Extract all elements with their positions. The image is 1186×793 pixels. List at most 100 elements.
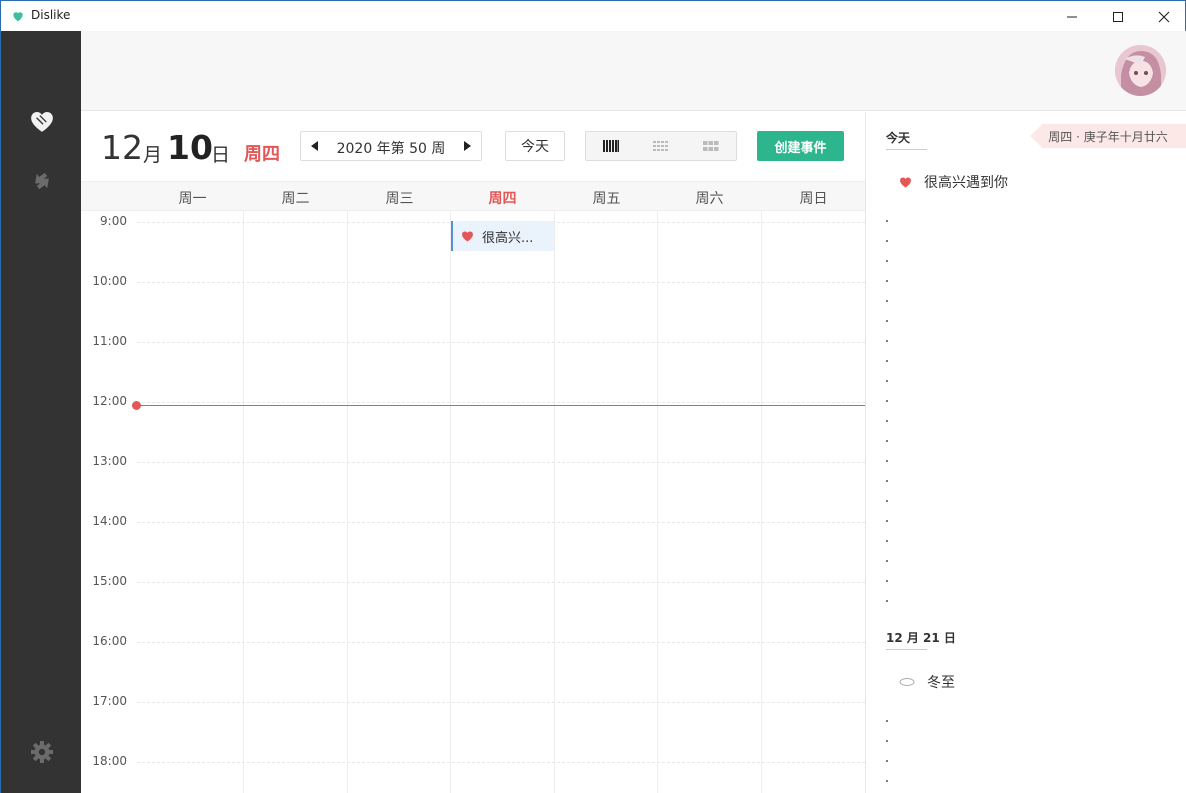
month-view-icon bbox=[653, 141, 668, 151]
hour-label: 16:00 bbox=[92, 634, 127, 648]
agenda-placeholder-dot bbox=[886, 320, 888, 322]
hour-label: 11:00 bbox=[92, 334, 127, 348]
prev-week-button[interactable] bbox=[301, 132, 329, 160]
hour-line bbox=[137, 702, 865, 703]
weekday-sat[interactable]: 周六 bbox=[658, 188, 761, 208]
agenda-item-text: 很高兴遇到你 bbox=[924, 175, 1008, 191]
weekday-mon[interactable]: 周一 bbox=[141, 188, 244, 208]
hour-label: 13:00 bbox=[92, 454, 127, 468]
create-event-button[interactable]: 创建事件 bbox=[757, 131, 844, 161]
agenda-placeholder-dot bbox=[886, 520, 888, 522]
hour-label: 17:00 bbox=[92, 694, 127, 708]
weekday-tue[interactable]: 周二 bbox=[244, 188, 347, 208]
weekday-fri[interactable]: 周五 bbox=[555, 188, 658, 208]
maximize-button[interactable] bbox=[1095, 1, 1141, 32]
app-heart-icon bbox=[13, 12, 23, 22]
agenda-placeholder-dot bbox=[886, 720, 888, 722]
sidebar-item-favorites[interactable] bbox=[1, 101, 82, 141]
agenda-placeholder-dot bbox=[886, 600, 888, 602]
agenda-placeholder-dot bbox=[886, 420, 888, 422]
date-month: 12 bbox=[101, 128, 143, 167]
week-navigator: 2020 年第 50 周 bbox=[300, 131, 482, 161]
view-switcher bbox=[585, 131, 737, 161]
agenda-placeholder-dot bbox=[886, 340, 888, 342]
event-title: 很高兴... bbox=[482, 230, 534, 246]
agenda-placeholder-dot bbox=[886, 580, 888, 582]
lunar-date-tag: 周四 · 庚子年十月廿六 bbox=[1030, 124, 1186, 148]
agenda-placeholder-dot bbox=[886, 560, 888, 562]
year-view-button[interactable] bbox=[686, 132, 736, 160]
day-column-divider bbox=[347, 211, 348, 793]
today-button[interactable]: 今天 bbox=[505, 131, 565, 161]
day-column-divider bbox=[554, 211, 555, 793]
weekday-sun[interactable]: 周日 bbox=[762, 188, 865, 208]
agenda-item-text: 冬至 bbox=[927, 675, 955, 691]
close-icon bbox=[1158, 11, 1170, 22]
leaf-icon bbox=[899, 678, 915, 686]
triangle-right-icon bbox=[464, 141, 471, 151]
sidebar bbox=[0, 31, 81, 793]
agenda-placeholder-dot bbox=[886, 360, 888, 362]
day-column-divider bbox=[450, 211, 451, 793]
agenda-placeholder-dot bbox=[886, 280, 888, 282]
next-week-button[interactable] bbox=[453, 132, 481, 160]
hour-line bbox=[137, 522, 865, 523]
day-column-divider bbox=[657, 211, 658, 793]
hour-line bbox=[137, 762, 865, 763]
avatar-image bbox=[1115, 45, 1166, 96]
calendar-event[interactable]: 很高兴... bbox=[451, 221, 554, 251]
hour-label: 15:00 bbox=[92, 574, 127, 588]
week-view-button[interactable] bbox=[586, 132, 636, 160]
agenda-item[interactable]: 冬至 bbox=[899, 672, 955, 692]
weekday-wed[interactable]: 周三 bbox=[348, 188, 451, 208]
agenda-placeholder-dot bbox=[886, 400, 888, 402]
agenda-placeholder-dot bbox=[886, 300, 888, 302]
sync-icon bbox=[34, 172, 49, 190]
agenda-placeholder-dot bbox=[886, 500, 888, 502]
hour-line bbox=[137, 642, 865, 643]
agenda-placeholder-dot bbox=[886, 760, 888, 762]
agenda-panel: 今天 周四 · 庚子年十月廿六 很高兴遇到你 12 月 21 日 冬至 bbox=[865, 112, 1186, 793]
date-month-unit: 月 bbox=[143, 144, 163, 166]
title-bar: Dislike bbox=[0, 0, 1186, 31]
hour-line bbox=[137, 342, 865, 343]
date-day-unit: 日 bbox=[211, 144, 231, 166]
heart-icon bbox=[30, 111, 53, 132]
hour-line bbox=[137, 462, 865, 463]
weekday-thu[interactable]: 周四 bbox=[451, 188, 554, 208]
section-underline bbox=[886, 649, 927, 650]
maximize-icon bbox=[1113, 11, 1123, 22]
agenda-today-title: 今天 bbox=[886, 131, 911, 145]
minimize-button[interactable] bbox=[1049, 1, 1095, 32]
week-view-icon bbox=[603, 140, 619, 152]
gear-icon bbox=[30, 741, 53, 763]
agenda-placeholder-dot bbox=[886, 740, 888, 742]
heart-icon bbox=[900, 177, 911, 188]
current-time-dot bbox=[132, 401, 141, 410]
agenda-date-title: 12 月 21 日 bbox=[886, 631, 956, 645]
sidebar-item-sync[interactable] bbox=[1, 161, 82, 201]
agenda-placeholder-dot bbox=[886, 220, 888, 222]
agenda-placeholder-dot bbox=[886, 260, 888, 262]
agenda-placeholder-dot bbox=[886, 460, 888, 462]
agenda-placeholder-dot bbox=[886, 440, 888, 442]
hour-label: 10:00 bbox=[92, 274, 127, 288]
current-time-line bbox=[136, 405, 865, 406]
hour-label: 18:00 bbox=[92, 754, 127, 768]
top-bar bbox=[81, 31, 1186, 111]
agenda-item[interactable]: 很高兴遇到你 bbox=[899, 172, 1008, 192]
heart-icon bbox=[462, 231, 473, 242]
hour-line bbox=[137, 582, 865, 583]
hour-line bbox=[137, 402, 865, 403]
close-button[interactable] bbox=[1141, 1, 1186, 32]
month-view-button[interactable] bbox=[636, 132, 686, 160]
agenda-placeholder-dot bbox=[886, 380, 888, 382]
day-column-divider bbox=[761, 211, 762, 793]
week-header: 周一 周二 周三 周四 周五 周六 周日 bbox=[81, 181, 865, 211]
date-day: 10 bbox=[167, 128, 213, 167]
time-grid[interactable]: 9:00 10:00 11:00 12:00 13:00 14:00 15:00… bbox=[81, 211, 865, 793]
sidebar-item-settings[interactable] bbox=[1, 732, 82, 772]
calendar-main: 12 月 10 日 周四 2020 年第 50 周 今天 创建事件 周一 周二 … bbox=[81, 112, 865, 793]
week-label: 2020 年第 50 周 bbox=[336, 141, 446, 157]
avatar[interactable] bbox=[1115, 45, 1166, 96]
